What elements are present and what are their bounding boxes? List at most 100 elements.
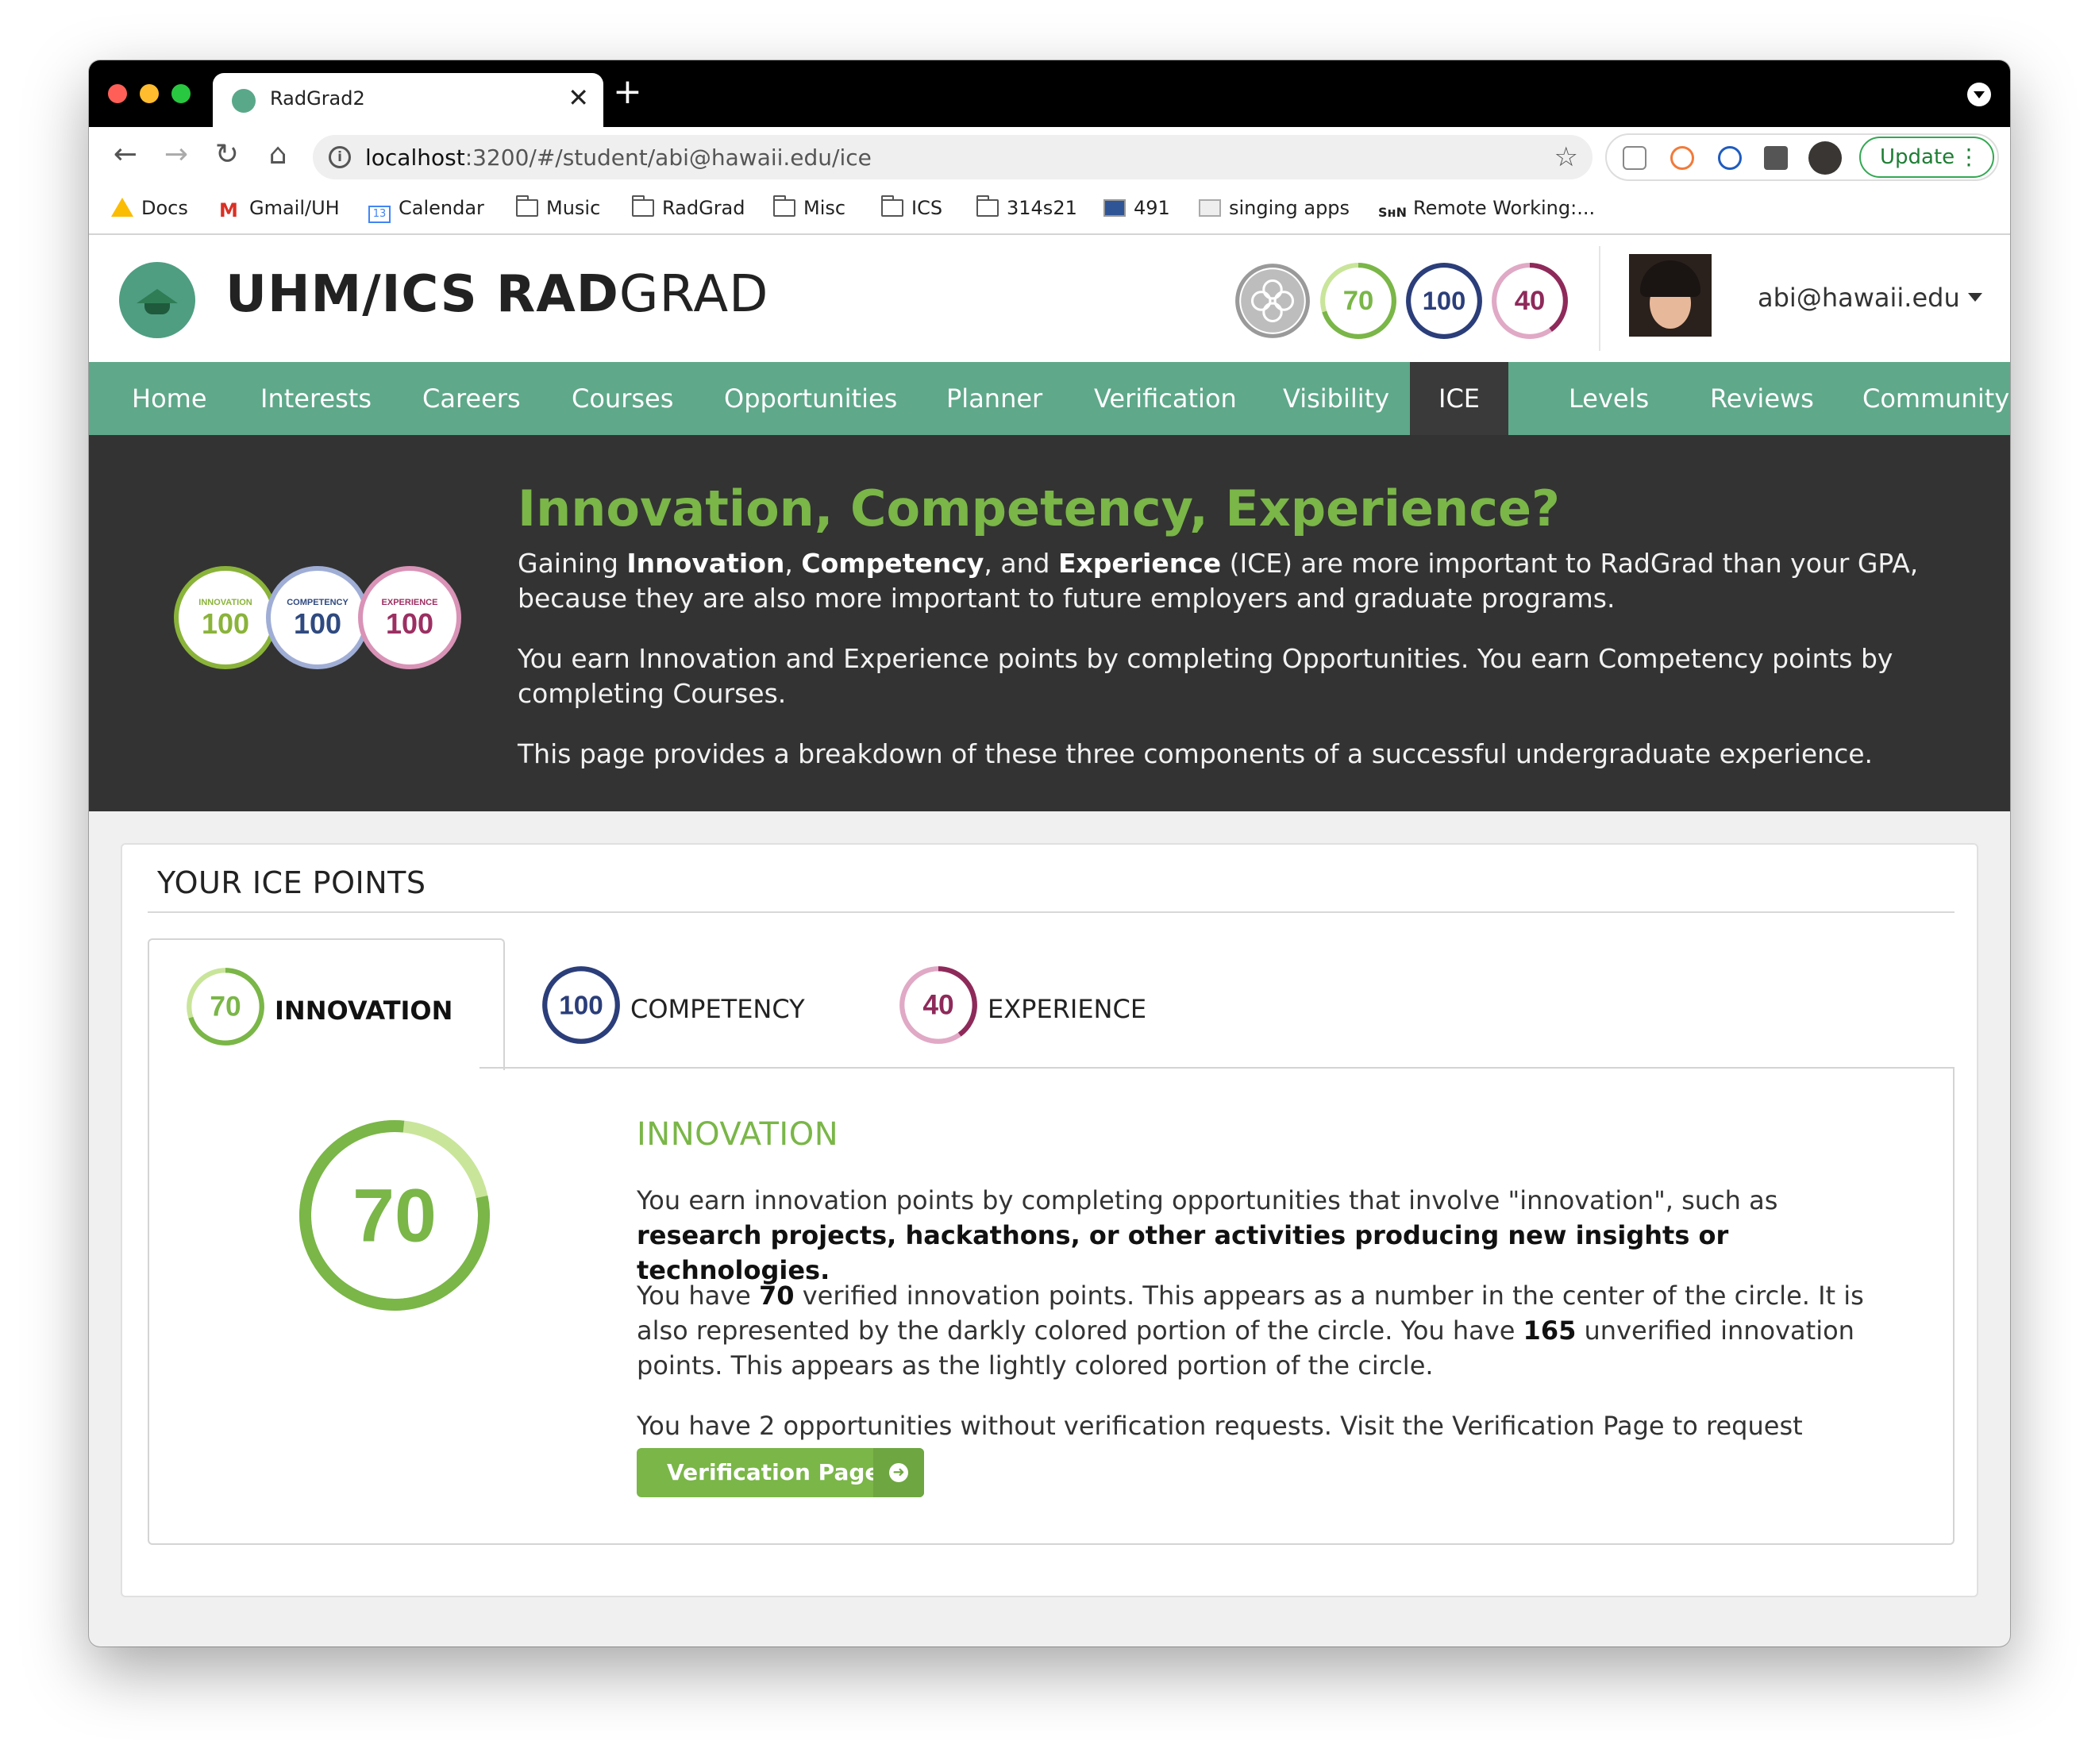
tab-competency[interactable]: 100 COMPETENCY [505, 938, 862, 1070]
bookmarks-bar: Docs M Gmail/UH 13 Calendar Music RadGrad … [89, 184, 2010, 235]
extensions-area: Update ⋮ [1605, 133, 1999, 181]
bookmark-gmail[interactable]: M Gmail/UH [219, 197, 340, 221]
user-avatar[interactable] [1629, 254, 1712, 337]
nav-courses[interactable]: Courses [572, 362, 673, 435]
bookmark-remote-working[interactable]: SʜN Remote Working:... [1378, 197, 1595, 222]
reload-icon[interactable]: ↻ [211, 138, 243, 171]
bookmark-491[interactable]: 491 [1103, 197, 1170, 219]
radgrad-favicon-icon [232, 89, 256, 113]
gmail-icon: M [219, 199, 238, 221]
header-divider [1599, 246, 1600, 351]
calendar-icon: 13 [368, 206, 391, 223]
site-title[interactable]: UHM/ICS RADGRAD [225, 265, 768, 324]
profile-avatar-icon[interactable] [1808, 141, 1842, 175]
experience-badge[interactable]: 40 [1489, 260, 1570, 341]
svg-text:100: 100 [386, 607, 433, 640]
bookmark-docs[interactable]: Docs [111, 197, 188, 219]
svg-text:EXPERIENCE: EXPERIENCE [382, 598, 438, 607]
caret-down-icon [1967, 293, 1982, 302]
document-extension-icon[interactable] [1623, 146, 1646, 170]
close-window-button[interactable] [108, 84, 127, 103]
address-bar[interactable]: i localhost:3200/#/student/abi@hawaii.ed… [313, 135, 1593, 179]
hero-heading: Innovation, Competency, Experience? [518, 480, 1560, 537]
update-button[interactable]: Update ⋮ [1859, 137, 1994, 178]
innovation-tab-ring: 70 [187, 968, 264, 1046]
bookmark-star-icon[interactable]: ☆ [1554, 141, 1578, 173]
ice-points-card: YOUR ICE POINTS 70 INNOVATION 100 COMPET… [121, 843, 1978, 1597]
hero-paragraph-2: You earn Innovation and Experience point… [518, 643, 1893, 709]
tab-experience-label: EXPERIENCE [988, 994, 1147, 1024]
forward-arrow-icon[interactable]: → [160, 138, 192, 171]
innovation-badge[interactable]: 70 [1318, 260, 1399, 341]
browser-tab[interactable]: RadGrad2 ✕ [213, 73, 603, 127]
experience-tab-ring: 40 [899, 966, 977, 1044]
nav-verification[interactable]: Verification [1094, 362, 1237, 435]
password-manager-icon[interactable] [1718, 146, 1742, 170]
nav-careers[interactable]: Careers [422, 362, 521, 435]
ice-tabs: 70 INNOVATION 100 COMPETENCY 40 EXPERIEN… [148, 938, 1955, 1070]
nav-ice[interactable]: ICE [1410, 362, 1508, 435]
svg-text:COMPETENCY: COMPETENCY [287, 598, 349, 607]
bookmark-314s21[interactable]: 314s21 [976, 195, 1077, 219]
ice-badges-graphic: INNOVATION 100 COMPETENCY 100 EXPERIENCE… [174, 566, 461, 669]
site-info-icon[interactable]: i [329, 146, 351, 168]
user-menu-dropdown[interactable]: abi@hawaii.edu [1758, 283, 1982, 313]
more-menu-icon[interactable]: ⋮ [1958, 138, 1980, 176]
tab-title: RadGrad2 [270, 87, 365, 110]
site-header: UHM/ICS RADGRAD 70 100 40 abi@hawaii.edu [89, 235, 2010, 362]
verification-page-button[interactable]: Verification Page ➜ [637, 1448, 924, 1497]
maximize-window-button[interactable] [171, 84, 191, 103]
level-badge-icon[interactable] [1232, 260, 1313, 341]
bookmark-calendar[interactable]: 13 Calendar [368, 197, 484, 223]
tab-search-icon[interactable] [1967, 83, 1991, 106]
nav-home[interactable]: Home [132, 362, 207, 435]
panel-paragraph-2: You have 70 verified innovation points. … [637, 1281, 1864, 1381]
folder-icon [516, 195, 538, 217]
tab-innovation-label: INNOVATION [275, 996, 453, 1026]
bookmark-radgrad[interactable]: RadGrad [632, 195, 745, 219]
bookmark-misc[interactable]: Misc [773, 195, 845, 219]
innovation-progress-ring: 70 [299, 1120, 490, 1311]
svg-text:70: 70 [210, 991, 241, 1022]
bookmark-ics[interactable]: ICS [881, 195, 942, 219]
browser-tab-bar: RadGrad2 ✕ + [89, 60, 2010, 127]
nav-interests[interactable]: Interests [260, 362, 372, 435]
puzzle-extensions-icon[interactable] [1764, 146, 1788, 170]
panel-paragraph-1: You earn innovation points by completing… [637, 1185, 1778, 1285]
new-tab-icon[interactable]: + [613, 71, 642, 112]
arrow-right-circle-icon: ➜ [889, 1463, 908, 1482]
innovation-panel: 70 INNOVATION You earn innovation points… [148, 1069, 1955, 1545]
svg-text:40: 40 [922, 989, 953, 1020]
back-arrow-icon[interactable]: ← [110, 138, 141, 171]
hero-paragraph-1: Gaining Innovation, Competency, and Expe… [518, 548, 1919, 614]
folder-icon [881, 195, 903, 217]
nav-opportunities[interactable]: Opportunities [724, 362, 897, 435]
nav-visibility[interactable]: Visibility [1283, 362, 1389, 435]
hero-paragraph-3: This page provides a breakdown of these … [518, 738, 1874, 769]
nav-levels[interactable]: Levels [1569, 362, 1649, 435]
competency-tab-ring: 100 [542, 966, 620, 1044]
browser-window: RadGrad2 ✕ + ← → ↻ ⌂ i localhost:3200/#/… [89, 60, 2010, 1647]
minimize-window-button[interactable] [140, 84, 159, 103]
orange-extension-icon[interactable] [1670, 146, 1694, 170]
nav-reviews[interactable]: Reviews [1710, 362, 1814, 435]
browser-toolbar: ← → ↻ ⌂ i localhost:3200/#/student/abi@h… [89, 127, 2010, 184]
tab-innovation[interactable]: 70 INNOVATION [148, 938, 505, 1070]
bookmark-music[interactable]: Music [516, 195, 600, 219]
google-drive-icon [111, 198, 133, 217]
folder-icon [632, 195, 654, 217]
home-icon[interactable]: ⌂ [262, 138, 294, 171]
nav-planner[interactable]: Planner [946, 362, 1042, 435]
ice-hero: INNOVATION 100 COMPETENCY 100 EXPERIENCE… [89, 435, 2010, 811]
competency-badge[interactable]: 100 [1404, 260, 1485, 341]
bookmark-singing-apps[interactable]: singing apps [1199, 197, 1350, 219]
avatar-hair [1640, 260, 1700, 297]
radgrad-logo-icon[interactable] [119, 262, 195, 338]
competency-badge-value: 100 [1423, 286, 1465, 315]
svg-text:100: 100 [202, 607, 249, 640]
nav-community[interactable]: Community [1862, 362, 2009, 435]
page-icon [1199, 199, 1221, 217]
close-tab-icon[interactable]: ✕ [568, 83, 589, 113]
tab-experience[interactable]: 40 EXPERIENCE [862, 938, 1219, 1070]
hero-experience-badge: EXPERIENCE 100 [358, 566, 461, 669]
